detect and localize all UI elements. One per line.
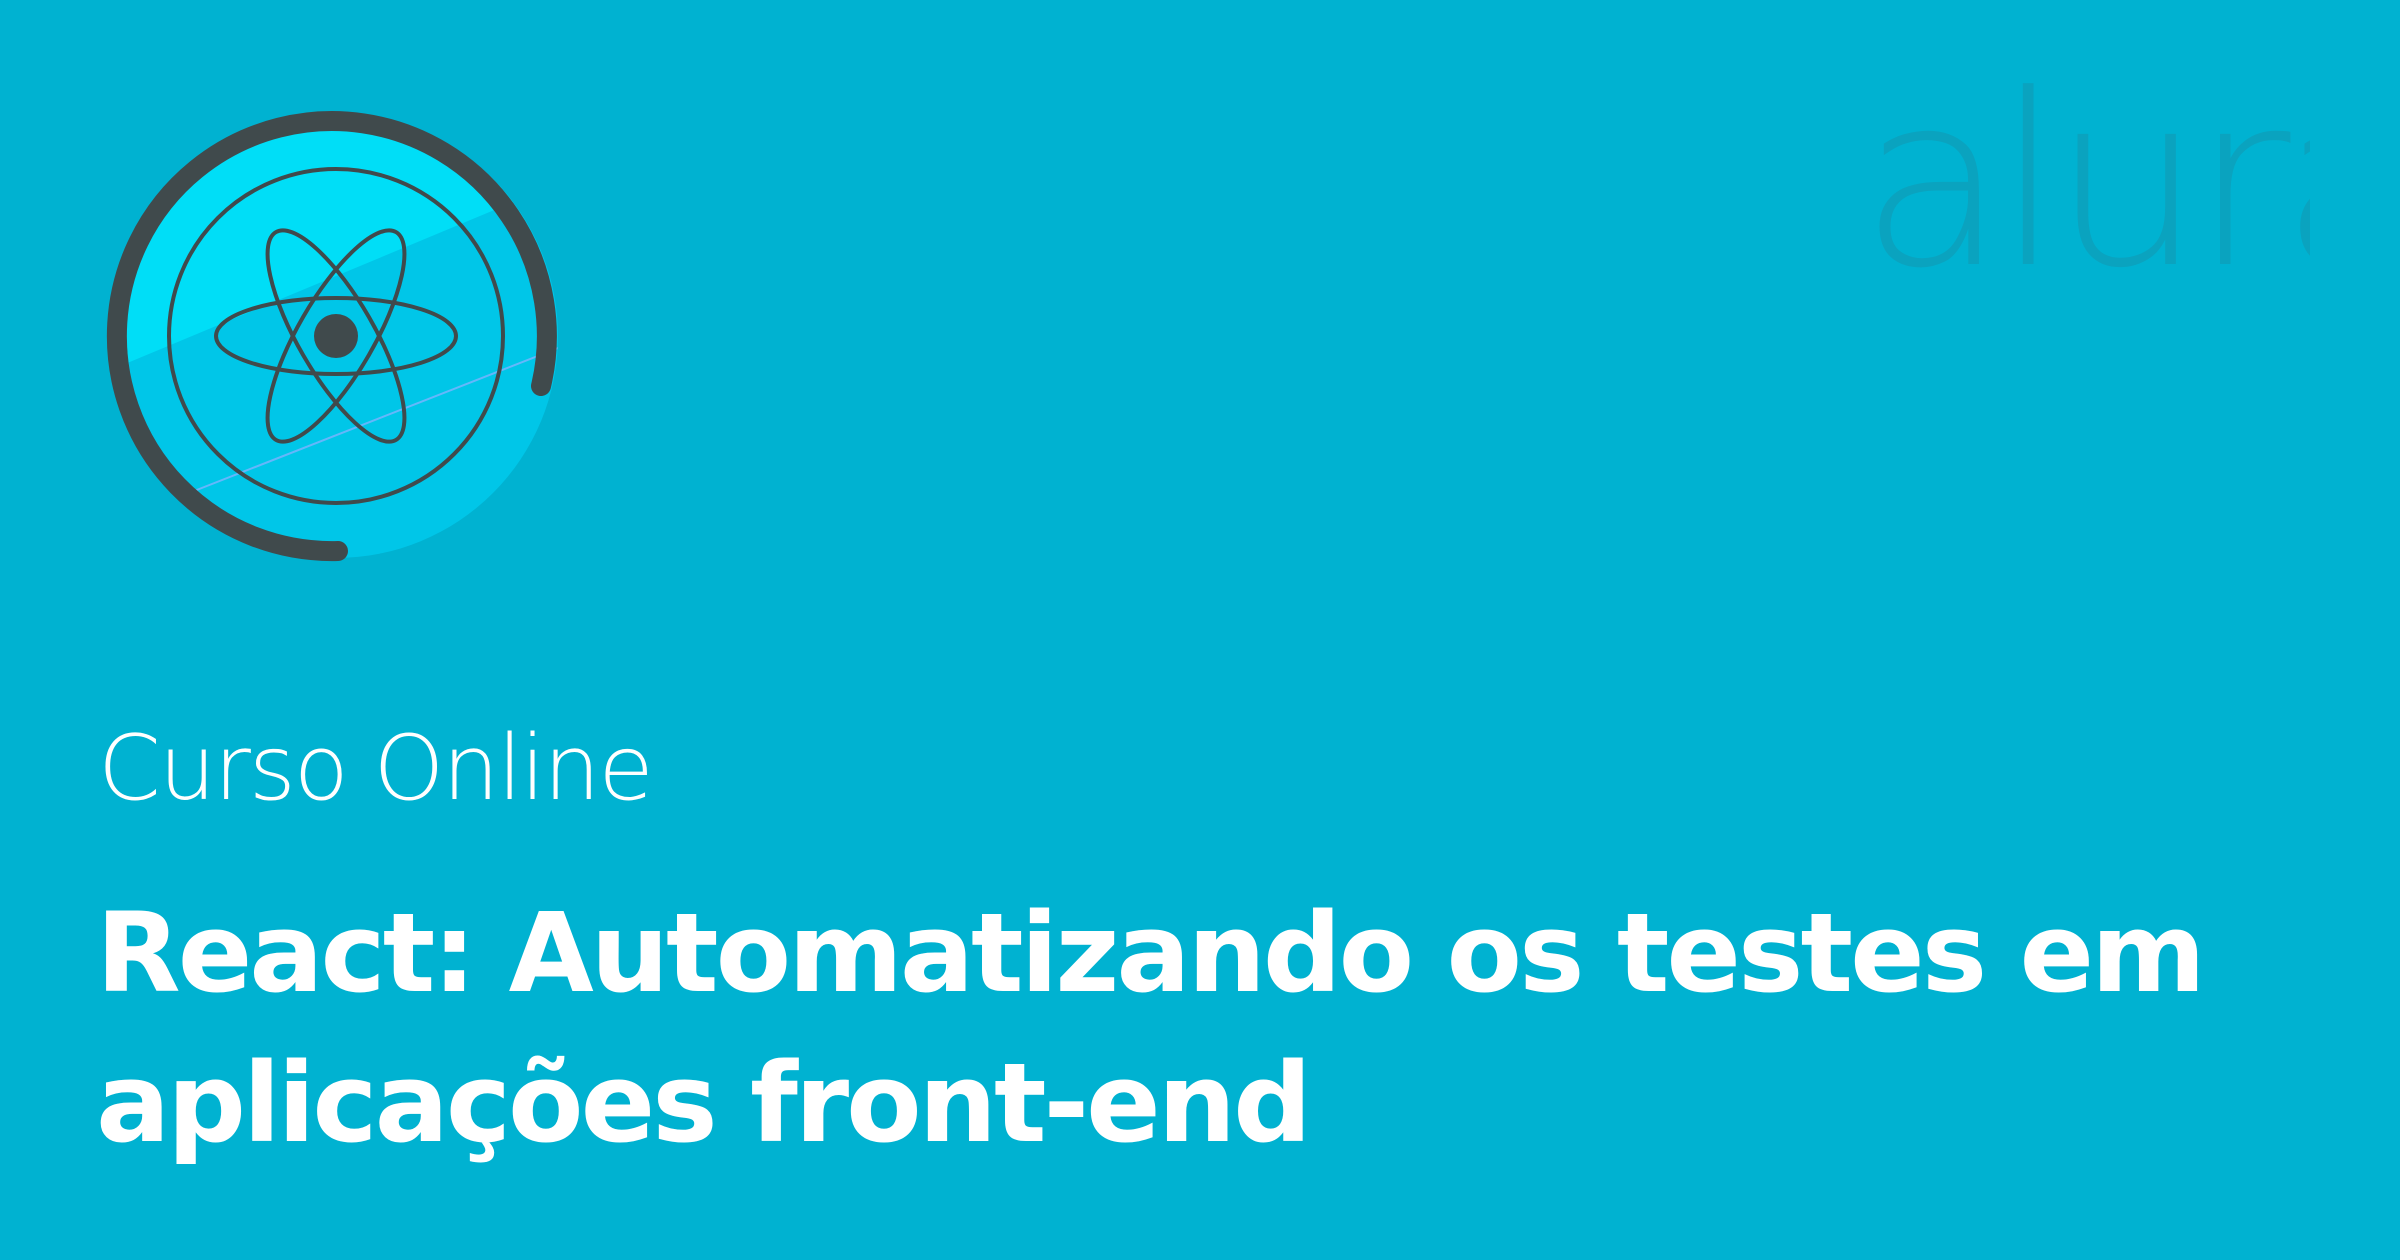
course-type-label: Curso Online [98,716,654,821]
course-title-line-1: React: Automatizando os testes em [96,889,2206,1017]
course-title-line-2: aplicações front-end [96,1039,1312,1167]
alura-logo-text: alura [1860,68,2310,273]
course-title: React: Automatizando os testes em aplica… [96,878,2206,1178]
alura-logo: alura [1860,68,2310,273]
atom-nucleus [314,314,358,358]
course-badge [106,111,558,562]
